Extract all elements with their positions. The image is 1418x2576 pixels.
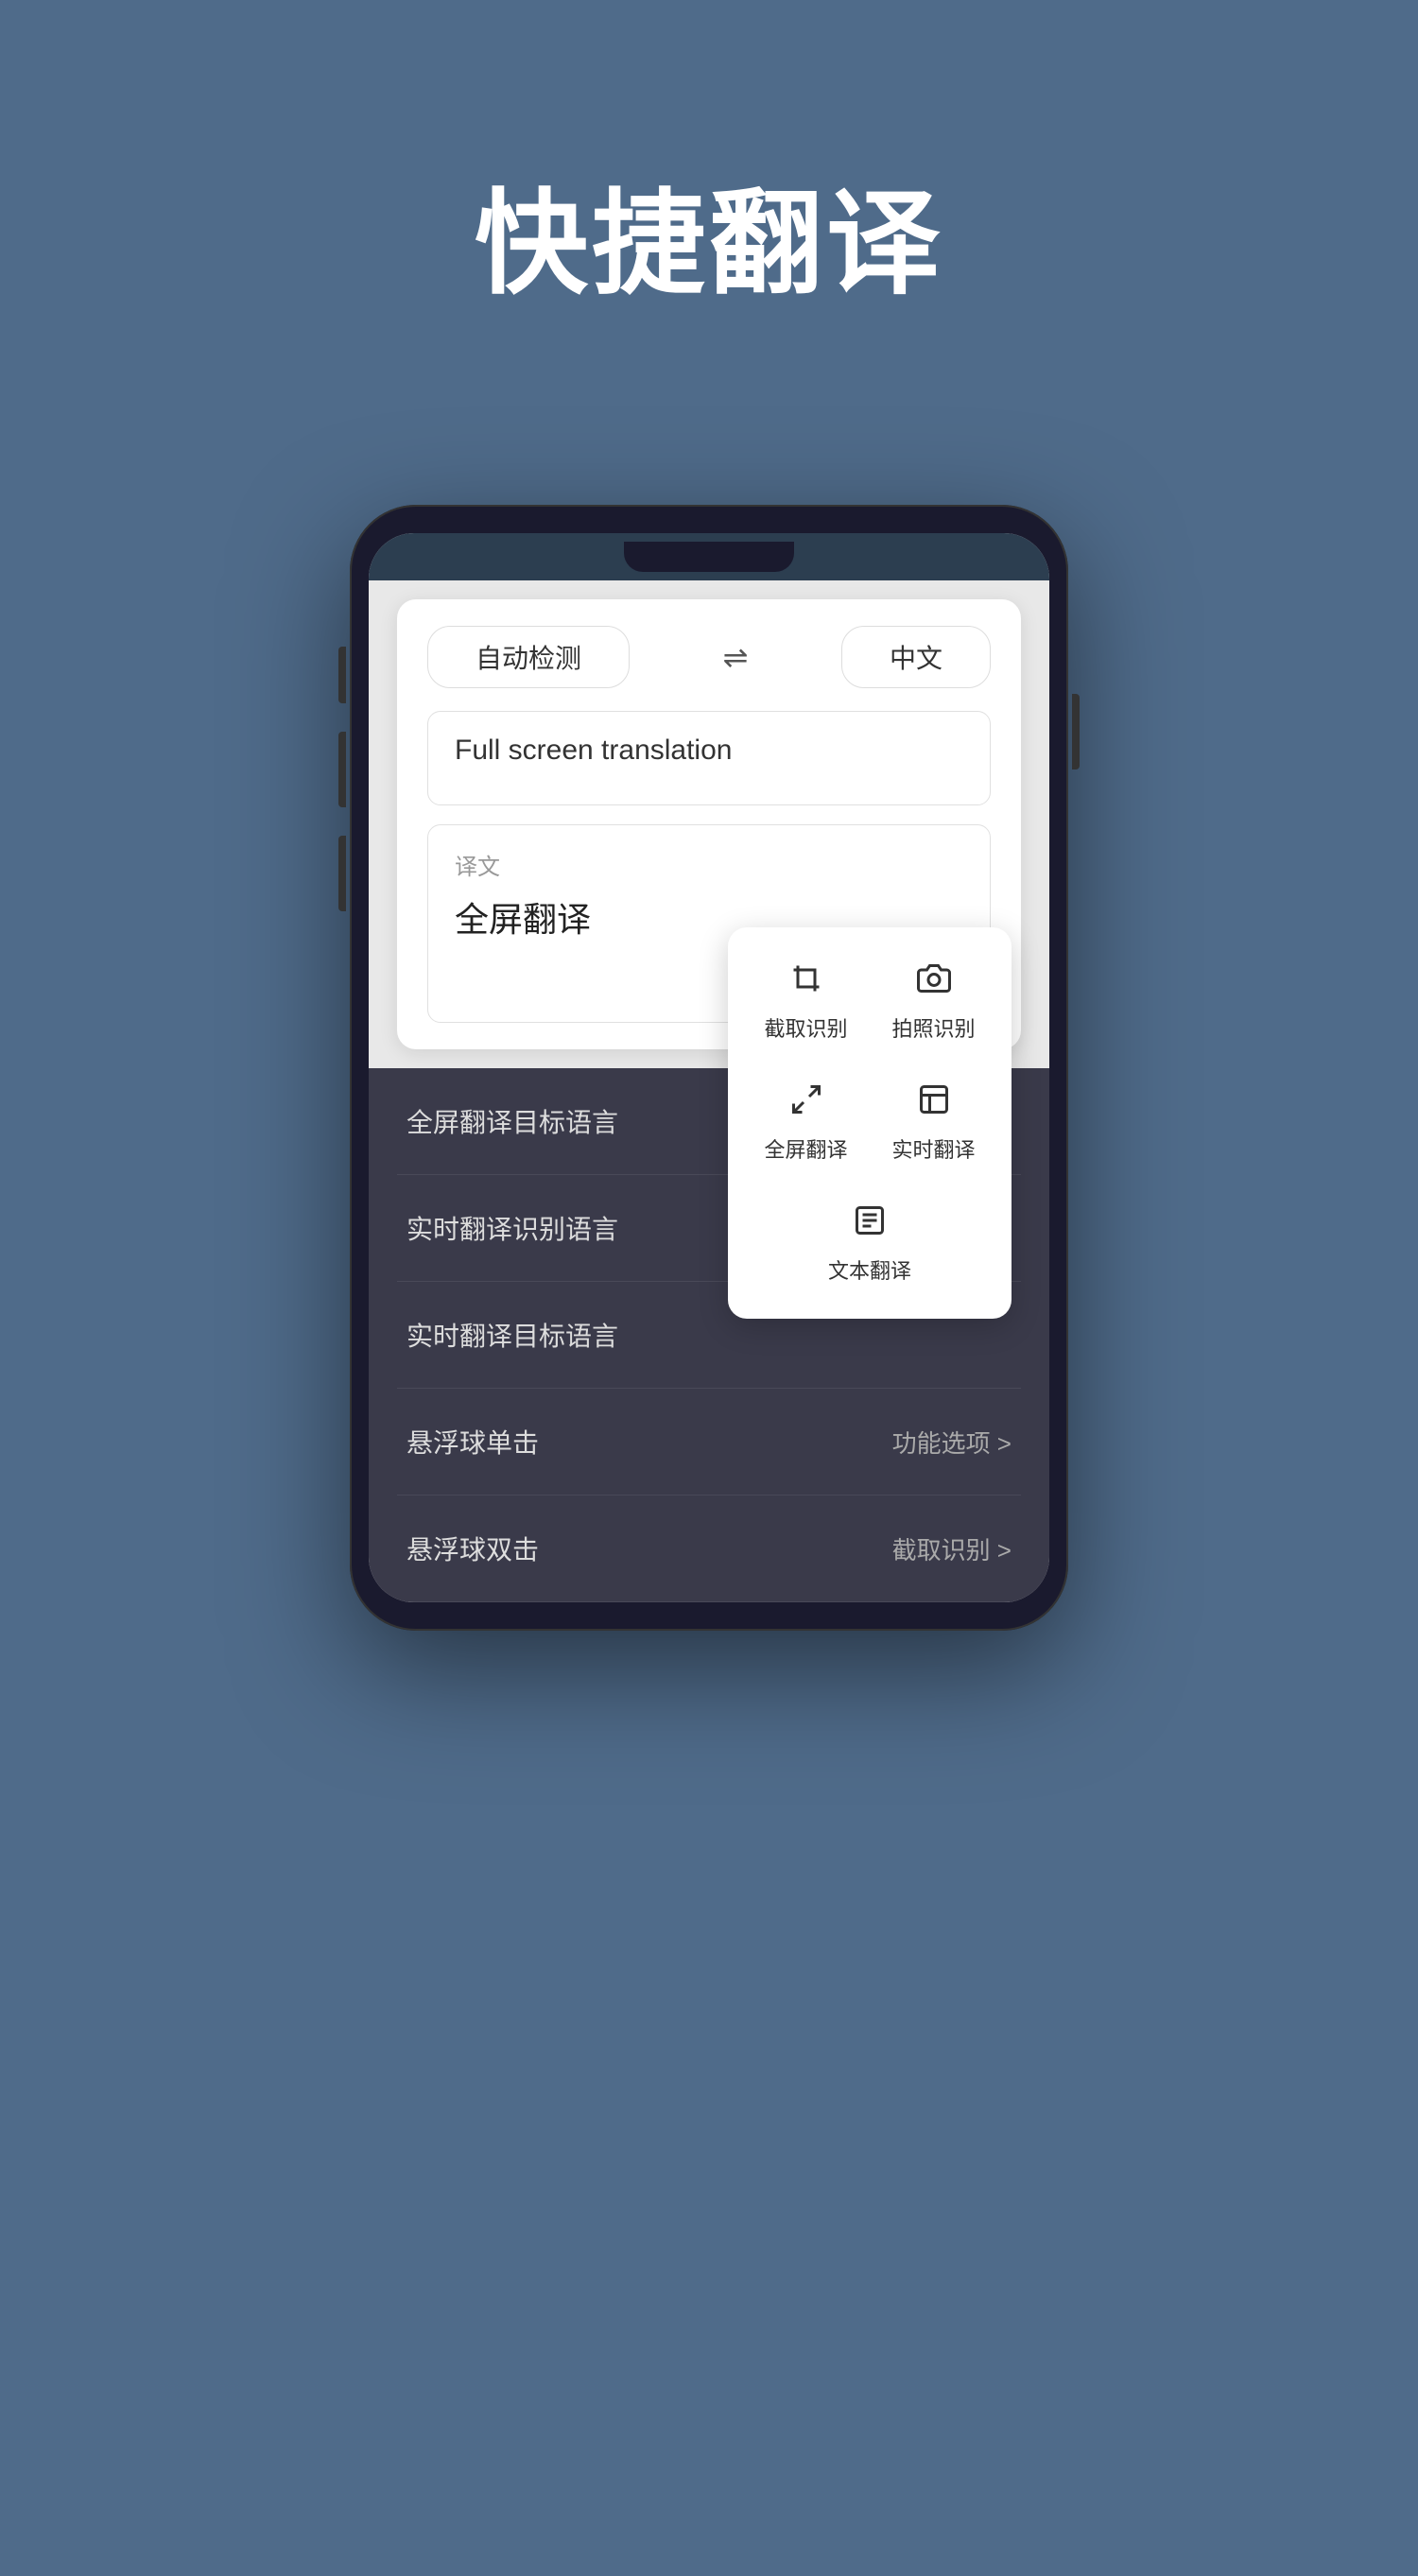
- text-translate-icon: [853, 1203, 887, 1247]
- status-bar: [369, 533, 1049, 580]
- mute-button: [338, 647, 346, 703]
- quick-action-fullscreen[interactable]: 全屏翻译: [747, 1067, 865, 1179]
- volume-down-button: [338, 836, 346, 911]
- quick-action-text-label: 文本翻译: [828, 1254, 911, 1285]
- phone-notch: [624, 542, 794, 572]
- output-label: 译文: [455, 848, 963, 881]
- settings-item-realtime-source-label: 实时翻译识别语言: [406, 1209, 618, 1247]
- crop-icon: [789, 961, 823, 1005]
- quick-action-text[interactable]: 文本翻译: [808, 1188, 931, 1300]
- quick-action-fullscreen-label: 全屏翻译: [764, 1133, 847, 1164]
- camera-icon: [917, 961, 951, 1005]
- phone-screen: 自动检测 ⇌ 中文 Full screen translation 译文 全屏翻…: [369, 533, 1049, 1602]
- quick-action-photo[interactable]: 拍照识别: [874, 946, 993, 1058]
- fullscreen-translate-icon: [789, 1082, 823, 1126]
- quick-action-photo-label: 拍照识别: [891, 1012, 975, 1043]
- language-selector: 自动检测 ⇌ 中文: [427, 626, 991, 688]
- realtime-translate-icon: [917, 1082, 951, 1126]
- settings-item-float-double-value: 截取识别 >: [892, 1531, 1012, 1566]
- phone-mockup: 自动检测 ⇌ 中文 Full screen translation 译文 全屏翻…: [350, 505, 1068, 1631]
- settings-item-float-single-value: 功能选项 >: [892, 1425, 1012, 1460]
- source-language-button[interactable]: 自动检测: [427, 626, 630, 688]
- target-language-button[interactable]: 中文: [841, 626, 991, 688]
- translation-input[interactable]: Full screen translation: [427, 711, 991, 805]
- power-button: [1072, 694, 1080, 769]
- page-title: 快捷翻译: [475, 151, 943, 316]
- settings-item-float-double-label: 悬浮球双击: [406, 1530, 539, 1567]
- settings-item-realtime-target-label: 实时翻译目标语言: [406, 1316, 618, 1354]
- settings-item-float-single-label: 悬浮球单击: [406, 1423, 539, 1461]
- volume-up-button: [338, 732, 346, 807]
- quick-action-crop[interactable]: 截取识别: [747, 946, 865, 1058]
- quick-action-realtime-label: 实时翻译: [891, 1133, 975, 1164]
- quick-actions-popup: 截取识别 拍照识别: [728, 927, 1012, 1319]
- settings-item-fullscreen-lang-label: 全屏翻译目标语言: [406, 1102, 618, 1140]
- settings-item-float-single[interactable]: 悬浮球单击 功能选项 >: [397, 1389, 1021, 1495]
- quick-action-realtime[interactable]: 实时翻译: [874, 1067, 993, 1179]
- settings-item-float-double[interactable]: 悬浮球双击 截取识别 >: [397, 1495, 1021, 1602]
- phone-wrapper: 自动检测 ⇌ 中文 Full screen translation 译文 全屏翻…: [0, 505, 1418, 1631]
- quick-action-crop-label: 截取识别: [764, 1012, 847, 1043]
- swap-languages-icon[interactable]: ⇌: [723, 639, 749, 675]
